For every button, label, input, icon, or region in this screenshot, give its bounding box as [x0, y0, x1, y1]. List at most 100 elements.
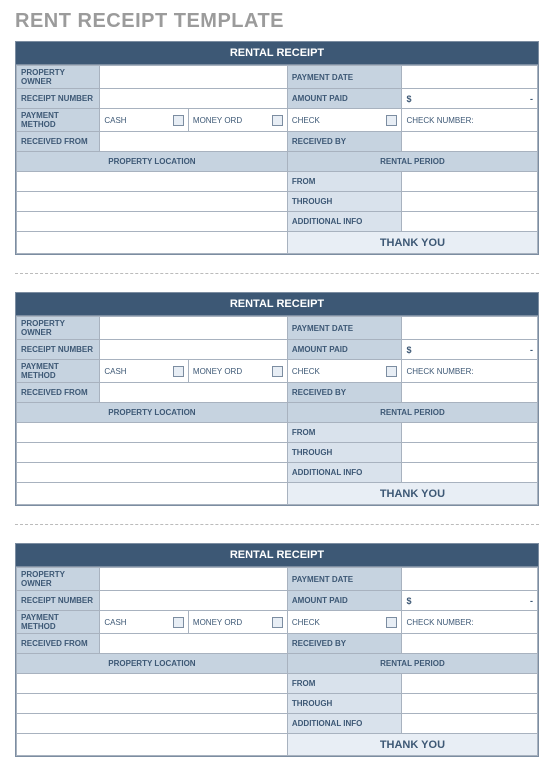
value-from[interactable] [402, 423, 538, 443]
value-property-location-1[interactable] [17, 423, 288, 443]
label-payment-date: PAYMENT DATE [287, 66, 402, 89]
value-amount-paid[interactable]: $ - [402, 340, 538, 360]
paymethod-cash-label: CASH [104, 367, 126, 376]
label-received-from: RECEIVED FROM [17, 634, 100, 654]
receipt-table: PROPERTY OWNER PAYMENT DATE RECEIPT NUMB… [16, 567, 538, 756]
label-through: THROUGH [287, 443, 402, 463]
label-through: THROUGH [287, 694, 402, 714]
value-property-location-4[interactable] [17, 483, 288, 505]
value-payment-date[interactable] [402, 317, 538, 340]
value-from[interactable] [402, 172, 538, 192]
value-amount-paid[interactable]: $ - [402, 89, 538, 109]
subheader-rental-period: RENTAL PERIOD [287, 654, 537, 674]
checkbox-money-ord[interactable] [272, 617, 283, 628]
checkbox-money-ord[interactable] [272, 115, 283, 126]
value-received-from[interactable] [100, 383, 288, 403]
checkbox-check[interactable] [386, 115, 397, 126]
label-property-owner: PROPERTY OWNER [17, 66, 100, 89]
checkbox-cash[interactable] [173, 115, 184, 126]
receipt-header: RENTAL RECEIPT [16, 42, 538, 65]
paymethod-money-ord-cell: MONEY ORD [188, 360, 287, 383]
label-received-by: RECEIVED BY [287, 383, 402, 403]
currency-symbol: $ [406, 94, 411, 104]
value-property-location-2[interactable] [17, 192, 288, 212]
value-property-owner[interactable] [100, 317, 288, 340]
value-received-by[interactable] [402, 383, 538, 403]
label-received-by: RECEIVED BY [287, 132, 402, 152]
label-received-from: RECEIVED FROM [17, 383, 100, 403]
paymethod-money-ord-cell: MONEY ORD [188, 109, 287, 132]
currency-symbol: $ [406, 345, 411, 355]
label-amount-paid: AMOUNT PAID [287, 89, 402, 109]
value-property-location-3[interactable] [17, 463, 288, 483]
paymethod-check-label: CHECK [292, 116, 320, 125]
value-received-by[interactable] [402, 132, 538, 152]
label-payment-date: PAYMENT DATE [287, 568, 402, 591]
value-additional-info[interactable] [402, 463, 538, 483]
check-number-cell[interactable]: CHECK NUMBER: [402, 611, 538, 634]
label-property-owner: PROPERTY OWNER [17, 568, 100, 591]
separator [15, 273, 539, 274]
paymethod-cash-label: CASH [104, 116, 126, 125]
label-from: FROM [287, 172, 402, 192]
check-number-cell[interactable]: CHECK NUMBER: [402, 109, 538, 132]
value-through[interactable] [402, 694, 538, 714]
paymethod-check-label: CHECK [292, 618, 320, 627]
subheader-rental-period: RENTAL PERIOD [287, 152, 537, 172]
checkbox-cash[interactable] [173, 366, 184, 377]
value-receipt-number[interactable] [100, 591, 288, 611]
checkbox-check[interactable] [386, 617, 397, 628]
subheader-property-location: PROPERTY LOCATION [17, 403, 288, 423]
value-property-location-3[interactable] [17, 714, 288, 734]
subheader-property-location: PROPERTY LOCATION [17, 654, 288, 674]
value-payment-date[interactable] [402, 568, 538, 591]
label-from: FROM [287, 423, 402, 443]
value-property-location-1[interactable] [17, 172, 288, 192]
value-receipt-number[interactable] [100, 340, 288, 360]
value-amount-paid[interactable]: $ - [402, 591, 538, 611]
check-number-cell[interactable]: CHECK NUMBER: [402, 360, 538, 383]
label-receipt-number: RECEIPT NUMBER [17, 89, 100, 109]
receipt-header: RENTAL RECEIPT [16, 293, 538, 316]
paymethod-money-ord-label: MONEY ORD [193, 367, 242, 376]
checkbox-money-ord[interactable] [272, 366, 283, 377]
value-received-by[interactable] [402, 634, 538, 654]
thank-you: THANK YOU [287, 734, 537, 756]
value-received-from[interactable] [100, 132, 288, 152]
paymethod-check-cell: CHECK [287, 360, 402, 383]
receipt-table: PROPERTY OWNER PAYMENT DATE RECEIPT NUMB… [16, 65, 538, 254]
value-additional-info[interactable] [402, 212, 538, 232]
receipt-header: RENTAL RECEIPT [16, 544, 538, 567]
value-from[interactable] [402, 674, 538, 694]
page-title: RENT RECEIPT TEMPLATE [15, 10, 539, 33]
value-property-location-4[interactable] [17, 232, 288, 254]
amount-dash: - [530, 94, 533, 104]
value-received-from[interactable] [100, 634, 288, 654]
value-property-location-4[interactable] [17, 734, 288, 756]
value-property-owner[interactable] [100, 568, 288, 591]
rental-receipt: RENTAL RECEIPT PROPERTY OWNER PAYMENT DA… [15, 41, 539, 255]
label-receipt-number: RECEIPT NUMBER [17, 340, 100, 360]
value-property-owner[interactable] [100, 66, 288, 89]
value-additional-info[interactable] [402, 714, 538, 734]
paymethod-check-cell: CHECK [287, 611, 402, 634]
value-property-location-1[interactable] [17, 674, 288, 694]
value-property-location-2[interactable] [17, 443, 288, 463]
value-payment-date[interactable] [402, 66, 538, 89]
label-payment-method: PAYMENT METHOD [17, 360, 100, 383]
checkbox-check[interactable] [386, 366, 397, 377]
value-through[interactable] [402, 443, 538, 463]
paymethod-cash-cell: CASH [100, 109, 189, 132]
value-property-location-3[interactable] [17, 212, 288, 232]
label-payment-method: PAYMENT METHOD [17, 109, 100, 132]
value-receipt-number[interactable] [100, 89, 288, 109]
subheader-rental-period: RENTAL PERIOD [287, 403, 537, 423]
paymethod-check-cell: CHECK [287, 109, 402, 132]
label-received-by: RECEIVED BY [287, 634, 402, 654]
checkbox-cash[interactable] [173, 617, 184, 628]
amount-dash: - [530, 345, 533, 355]
value-through[interactable] [402, 192, 538, 212]
label-additional-info: ADDITIONAL INFO [287, 212, 402, 232]
value-property-location-2[interactable] [17, 694, 288, 714]
label-receipt-number: RECEIPT NUMBER [17, 591, 100, 611]
